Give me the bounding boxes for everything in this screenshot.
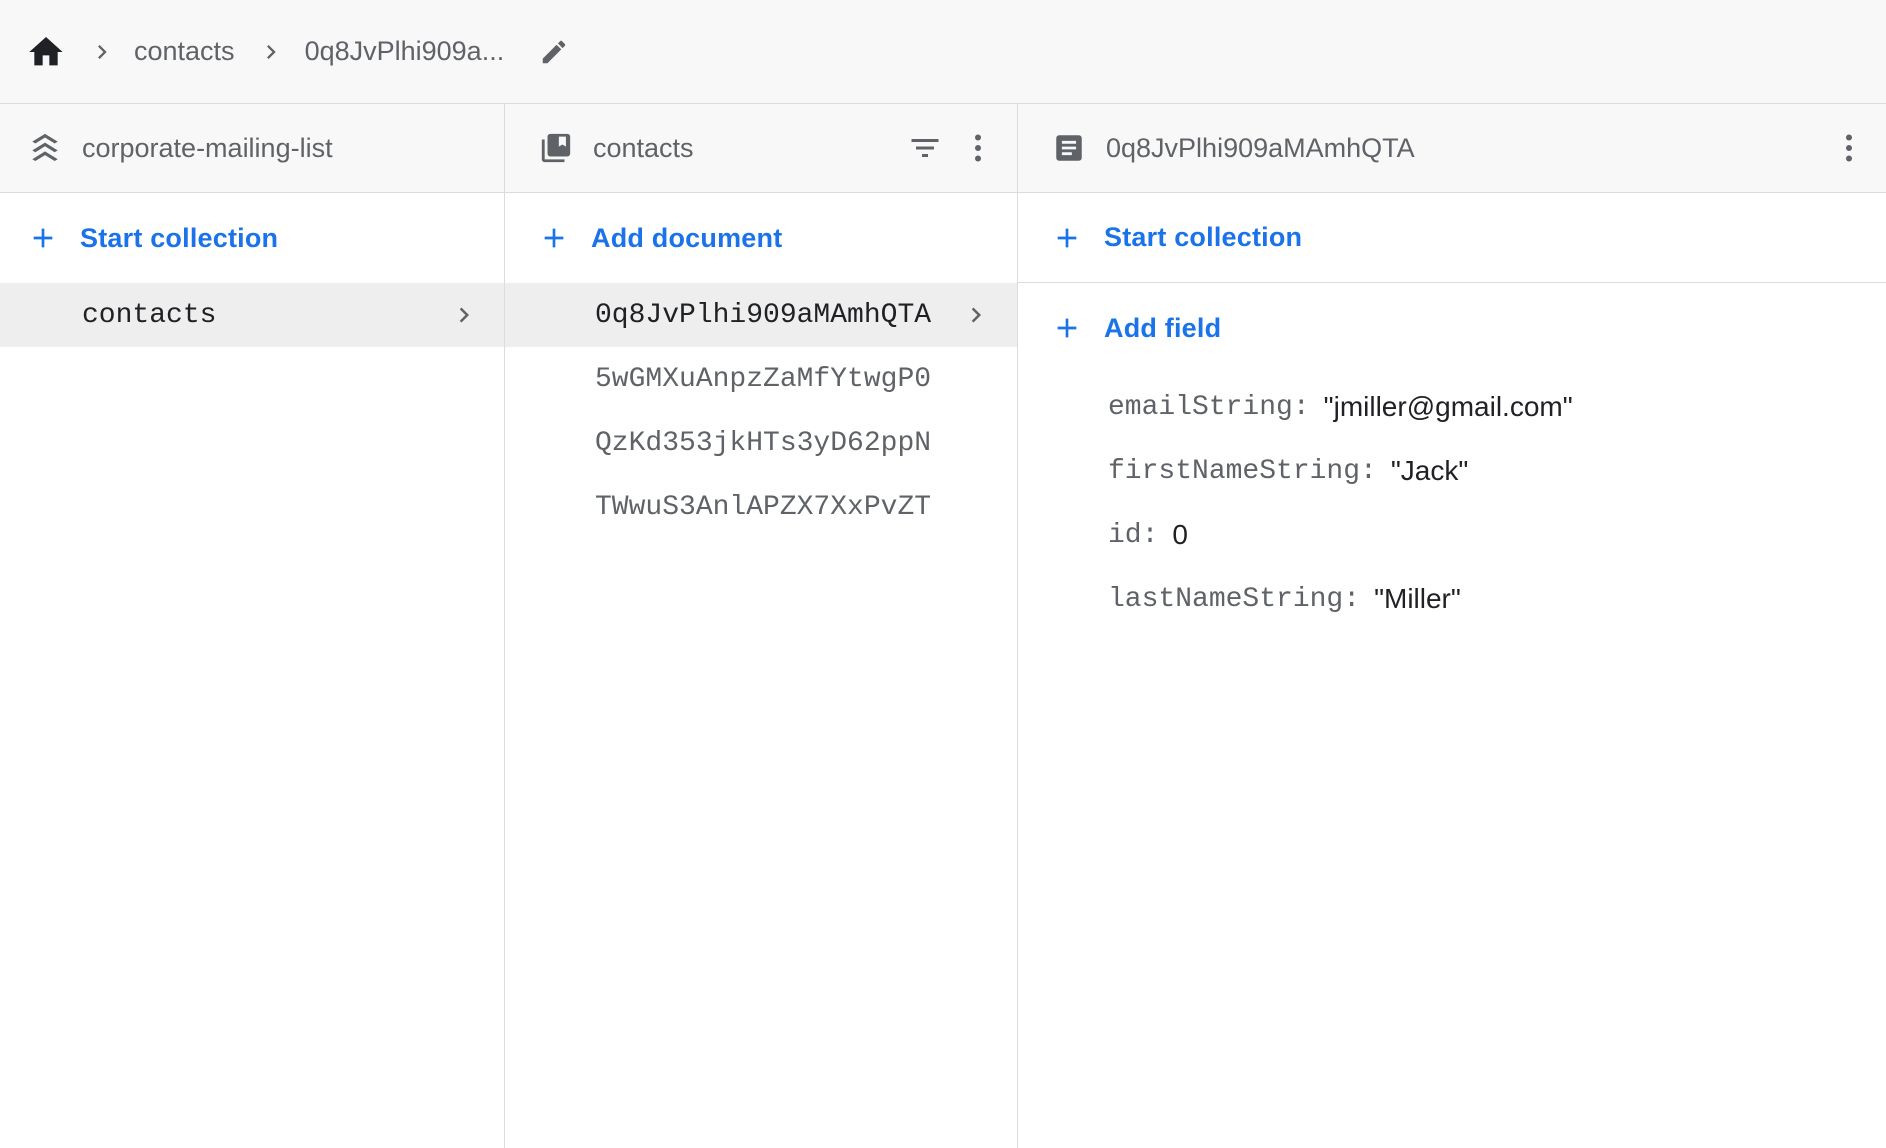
document-field[interactable]: id: 0 <box>1018 503 1886 567</box>
field-colon: : <box>1343 583 1361 615</box>
field-colon: : <box>1141 519 1159 551</box>
collection-panel-header: contacts <box>505 104 1017 193</box>
chevron-right-icon <box>961 300 991 330</box>
document-item[interactable]: QzKd353jkHTs3yD62ppN <box>505 411 1017 475</box>
more-vert-icon[interactable] <box>1831 130 1867 166</box>
field-key: lastNameString <box>1108 583 1344 615</box>
add-document-label: Add document <box>591 222 783 253</box>
collection-panel-title: contacts <box>593 132 694 163</box>
document-panel-title: 0q8JvPlhi909aMAmhQTA <box>1106 132 1415 163</box>
start-subcollection-button[interactable]: Start collection <box>1018 193 1886 283</box>
root-panel: corporate-mailing-list Start collection … <box>0 104 505 1148</box>
document-id: 5wGMXuAnpzZaMfYtwgP0 <box>595 363 932 395</box>
start-collection-button[interactable]: Start collection <box>0 193 504 283</box>
firestore-stack-icon <box>28 131 62 165</box>
plus-icon <box>1050 311 1084 345</box>
breadcrumb-bar: contacts 0q8JvPlhi909a... <box>0 0 1886 104</box>
plus-icon <box>537 221 571 255</box>
start-collection-label: Start collection <box>80 222 279 253</box>
collection-panel: contacts Add document 0q8JvPlhi909aMAmhQ… <box>505 104 1018 1148</box>
field-colon: : <box>1360 455 1377 487</box>
start-collection-label: Start collection <box>1104 222 1303 252</box>
collection-icon <box>539 131 573 165</box>
plus-icon <box>1050 221 1084 255</box>
field-colon: : <box>1292 391 1310 423</box>
document-item[interactable]: TWwuS3AnlAPZX7XxPvZT <box>505 475 1017 539</box>
document-id: TWwuS3AnlAPZX7XxPvZT <box>595 491 932 523</box>
field-key: firstNameString <box>1108 455 1361 487</box>
field-value: "Miller" <box>1374 583 1461 614</box>
field-value: "Jack" <box>1390 455 1469 486</box>
more-vert-icon[interactable] <box>960 130 996 166</box>
breadcrumb-item-contacts[interactable]: contacts <box>134 36 235 67</box>
collection-item-contacts[interactable]: contacts <box>0 283 504 347</box>
document-field[interactable]: lastNameString: "Miller" <box>1018 567 1886 631</box>
document-item[interactable]: 5wGMXuAnpzZaMfYtwgP0 <box>505 347 1017 411</box>
data-panels: corporate-mailing-list Start collection … <box>0 104 1886 1148</box>
document-field[interactable]: emailString: "jmiller@gmail.com" <box>1018 375 1886 439</box>
field-key: emailString <box>1108 391 1293 423</box>
add-field-label: Add field <box>1104 312 1222 343</box>
document-panel: 0q8JvPlhi909aMAmhQTA Start collection Ad… <box>1018 104 1886 1148</box>
field-value: "jmiller@gmail.com" <box>1323 391 1573 422</box>
document-panel-header: 0q8JvPlhi909aMAmhQTA <box>1018 104 1886 193</box>
document-field[interactable]: firstNameString: "Jack" <box>1018 439 1886 503</box>
add-document-button[interactable]: Add document <box>505 193 1017 283</box>
collection-item-label: contacts <box>82 299 217 331</box>
home-icon[interactable] <box>26 32 66 72</box>
chevron-right-icon <box>449 300 479 330</box>
document-icon <box>1052 131 1086 165</box>
document-item[interactable]: 0q8JvPlhi909aMAmhQTA <box>505 283 1017 347</box>
root-panel-header: corporate-mailing-list <box>0 104 504 193</box>
pencil-icon[interactable] <box>538 36 570 68</box>
field-value: 0 <box>1172 519 1188 550</box>
field-key: id <box>1108 519 1142 551</box>
plus-icon <box>26 221 60 255</box>
root-panel-title: corporate-mailing-list <box>82 132 333 163</box>
chevron-right-icon <box>257 38 285 66</box>
document-id: 0q8JvPlhi909aMAmhQTA <box>595 299 932 331</box>
breadcrumb-item-document[interactable]: 0q8JvPlhi909a... <box>305 36 505 67</box>
chevron-right-icon <box>88 38 116 66</box>
document-id: QzKd353jkHTs3yD62ppN <box>595 427 932 459</box>
add-field-button[interactable]: Add field <box>1018 283 1886 373</box>
filter-icon[interactable] <box>907 130 943 166</box>
